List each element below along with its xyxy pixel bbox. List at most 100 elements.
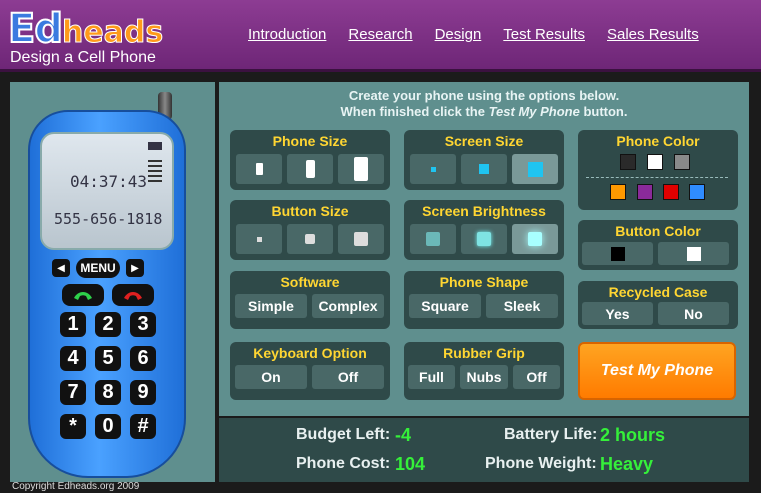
software-complex[interactable]: Complex xyxy=(312,294,384,318)
phone-weight-label: Phone Weight: xyxy=(485,455,597,472)
stats-panel: Budget Left: -4 Phone Cost: 104 Battery … xyxy=(219,418,749,482)
phone-size-large[interactable] xyxy=(338,154,384,184)
screen-brightness-group: Screen Brightness xyxy=(404,200,564,260)
phone-size-group: Phone Size xyxy=(230,130,390,190)
key-1: 1 xyxy=(60,312,86,337)
instructions-line2-em: Test My Phone xyxy=(488,104,580,119)
key-2: 2 xyxy=(95,312,121,337)
instructions-line2: When finished click the Test My Phone bu… xyxy=(219,104,749,120)
key-star: * xyxy=(60,414,86,439)
button-size-title: Button Size xyxy=(271,203,349,219)
recycled-case-no[interactable]: No xyxy=(658,302,729,325)
screen-size-medium[interactable] xyxy=(461,154,507,184)
screen-brightness-title: Screen Brightness xyxy=(422,203,546,219)
phone-size-small[interactable] xyxy=(236,154,282,184)
nav-sales-results[interactable]: Sales Results xyxy=(607,26,699,43)
recycled-case-title: Recycled Case xyxy=(608,284,708,300)
phone-clock: 04:37:43 xyxy=(70,172,148,191)
recycled-case-group: Recycled Case Yes No xyxy=(578,281,738,329)
keypad: 1 2 3 4 5 6 7 8 9 * 0 # xyxy=(60,312,156,439)
rubber-grip-nubs[interactable]: Nubs xyxy=(460,365,508,389)
medium-screen-icon xyxy=(479,164,489,174)
brightness-medium-icon xyxy=(477,232,491,246)
logo-heads-text: heads xyxy=(61,15,164,51)
small-button-icon xyxy=(256,236,262,242)
white-swatch xyxy=(686,246,701,261)
brightness-high[interactable] xyxy=(512,224,558,254)
button-size-large[interactable] xyxy=(338,224,384,254)
phone-shape-sleek[interactable]: Sleek xyxy=(486,294,558,318)
phone-color-gray[interactable] xyxy=(674,154,690,170)
instructions-line2-post: button. xyxy=(579,104,628,119)
edheads-logo: Edheads xyxy=(7,5,164,53)
key-3: 3 xyxy=(130,312,156,337)
recycled-case-yes[interactable]: Yes xyxy=(582,302,653,325)
phone-size-medium[interactable] xyxy=(287,154,333,184)
software-simple[interactable]: Simple xyxy=(235,294,307,318)
large-screen-icon xyxy=(527,161,543,177)
key-6: 6 xyxy=(130,346,156,371)
instructions-line1: Create your phone using the options belo… xyxy=(348,88,620,103)
phone-nav-row: ◀ MENU ▶ xyxy=(52,258,144,278)
brightness-high-icon xyxy=(528,232,542,246)
phone-size-title: Phone Size xyxy=(272,133,348,149)
screen-size-small[interactable] xyxy=(410,154,456,184)
phone-color-blue[interactable] xyxy=(689,184,705,200)
phone-weight-value: Heavy xyxy=(600,454,654,474)
key-4: 4 xyxy=(60,346,86,371)
instructions: Create your phone using the options belo… xyxy=(219,88,749,120)
phone-color-purple[interactable] xyxy=(637,184,653,200)
key-7: 7 xyxy=(60,380,86,405)
page-subtitle: Design a Cell Phone xyxy=(10,49,156,66)
software-title: Software xyxy=(280,274,340,290)
phone-color-orange[interactable] xyxy=(610,184,626,200)
phone-color-black[interactable] xyxy=(620,154,636,170)
phone-color-red[interactable] xyxy=(663,184,679,200)
rubber-grip-full[interactable]: Full xyxy=(408,365,455,389)
rubber-grip-title: Rubber Grip xyxy=(443,345,525,361)
button-size-small[interactable] xyxy=(236,224,282,254)
battery-icon xyxy=(148,142,162,150)
software-group: Software Simple Complex xyxy=(230,271,390,329)
screen-size-large[interactable] xyxy=(512,154,558,184)
button-color-title: Button Color xyxy=(615,223,701,239)
test-my-phone-button[interactable]: Test My Phone xyxy=(578,342,736,400)
button-color-white[interactable] xyxy=(658,242,729,265)
phone-shape-title: Phone Shape xyxy=(439,274,529,290)
instructions-line2-pre: When finished click the xyxy=(340,104,489,119)
phone-shape-square[interactable]: Square xyxy=(409,294,481,318)
small-screen-icon xyxy=(430,166,436,172)
brightness-medium[interactable] xyxy=(461,224,507,254)
keyboard-off[interactable]: Off xyxy=(312,365,384,389)
battery-life-value: 2 hours xyxy=(600,425,666,445)
nav-introduction[interactable]: Introduction xyxy=(248,26,326,43)
button-color-black[interactable] xyxy=(582,242,653,265)
logo-ed-text: Ed xyxy=(7,5,64,53)
color-divider xyxy=(586,177,728,178)
nav-design[interactable]: Design xyxy=(435,26,482,43)
button-size-group: Button Size xyxy=(230,200,390,260)
nav-test-results[interactable]: Test Results xyxy=(503,26,585,43)
phone-preview-panel: 04:37:43 555-656-1818 ◀ MENU ▶ 1 2 3 4 5… xyxy=(10,82,215,482)
key-8: 8 xyxy=(95,380,121,405)
screen-size-group: Screen Size xyxy=(404,130,564,190)
nav-research[interactable]: Research xyxy=(348,26,412,43)
budget-left-label: Budget Left: xyxy=(296,426,391,443)
medium-phone-icon xyxy=(305,160,315,178)
phone-color-title: Phone Color xyxy=(616,133,700,149)
phone-cost-label: Phone Cost: xyxy=(296,455,391,472)
large-button-icon xyxy=(354,232,368,246)
key-0: 0 xyxy=(95,414,121,439)
black-swatch xyxy=(610,246,625,261)
large-phone-icon xyxy=(354,157,368,181)
keyboard-on[interactable]: On xyxy=(235,365,307,389)
phone-menu-key: MENU xyxy=(76,258,120,278)
brightness-low-icon xyxy=(426,232,440,246)
phone-color-white[interactable] xyxy=(647,154,663,170)
phone-body: 04:37:43 555-656-1818 ◀ MENU ▶ 1 2 3 4 5… xyxy=(28,110,186,478)
brightness-low[interactable] xyxy=(410,224,456,254)
phone-shape-group: Phone Shape Square Sleek xyxy=(404,271,564,329)
rubber-grip-off[interactable]: Off xyxy=(513,365,560,389)
button-size-medium[interactable] xyxy=(287,224,333,254)
main-nav: Introduction Research Design Test Result… xyxy=(248,26,721,43)
